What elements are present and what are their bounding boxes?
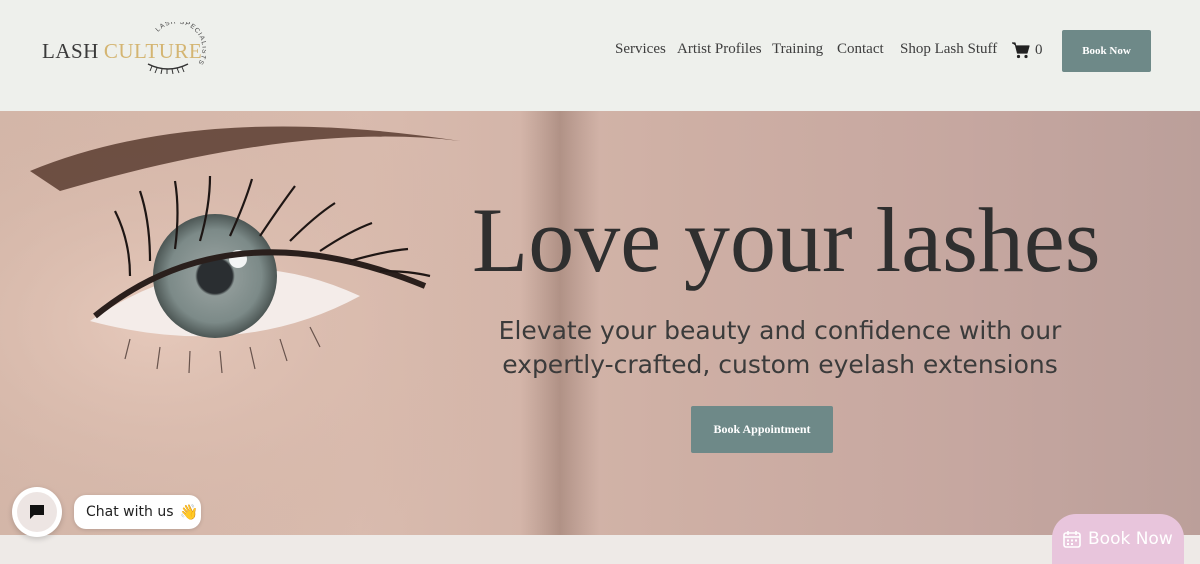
nav-shop-lash-stuff[interactable]: Shop Lash Stuff <box>900 39 997 59</box>
cart-icon <box>1012 42 1030 59</box>
calendar-icon <box>1063 531 1081 548</box>
cart-count: 0 <box>1035 42 1043 58</box>
floating-book-now-label: Book Now <box>1088 529 1173 549</box>
logo-word-lash: LASH <box>42 39 99 63</box>
hero-title: Love your lashes <box>472 189 1101 291</box>
chat-with-us-pill[interactable]: Chat with us 👋 <box>74 495 201 529</box>
site-header: LASHCULTURE LASH SPECIALISTS Servic <box>0 0 1200 111</box>
nav-training[interactable]: Training <box>772 39 823 59</box>
nav-contact[interactable]: Contact <box>837 39 884 59</box>
chat-launcher-button[interactable] <box>12 487 62 537</box>
nav-artist-profiles[interactable]: Artist Profiles <box>677 39 762 59</box>
chat-bubble-icon <box>30 505 44 519</box>
nav-services[interactable]: Services <box>615 39 666 59</box>
lash-icon <box>147 63 189 74</box>
wave-icon: 👋 <box>179 503 199 521</box>
floating-book-now-button[interactable]: Book Now <box>1052 514 1184 564</box>
brand-logo[interactable]: LASHCULTURE LASH SPECIALISTS <box>42 22 212 82</box>
header-book-now-button[interactable]: Book Now <box>1062 30 1151 72</box>
book-appointment-button[interactable]: Book Appointment <box>691 406 833 453</box>
hero-section: Love your lashes Elevate your beauty and… <box>0 111 1200 535</box>
hero-subtitle: Elevate your beauty and confidence with … <box>498 316 1062 379</box>
chat-label: Chat with us <box>86 504 174 520</box>
